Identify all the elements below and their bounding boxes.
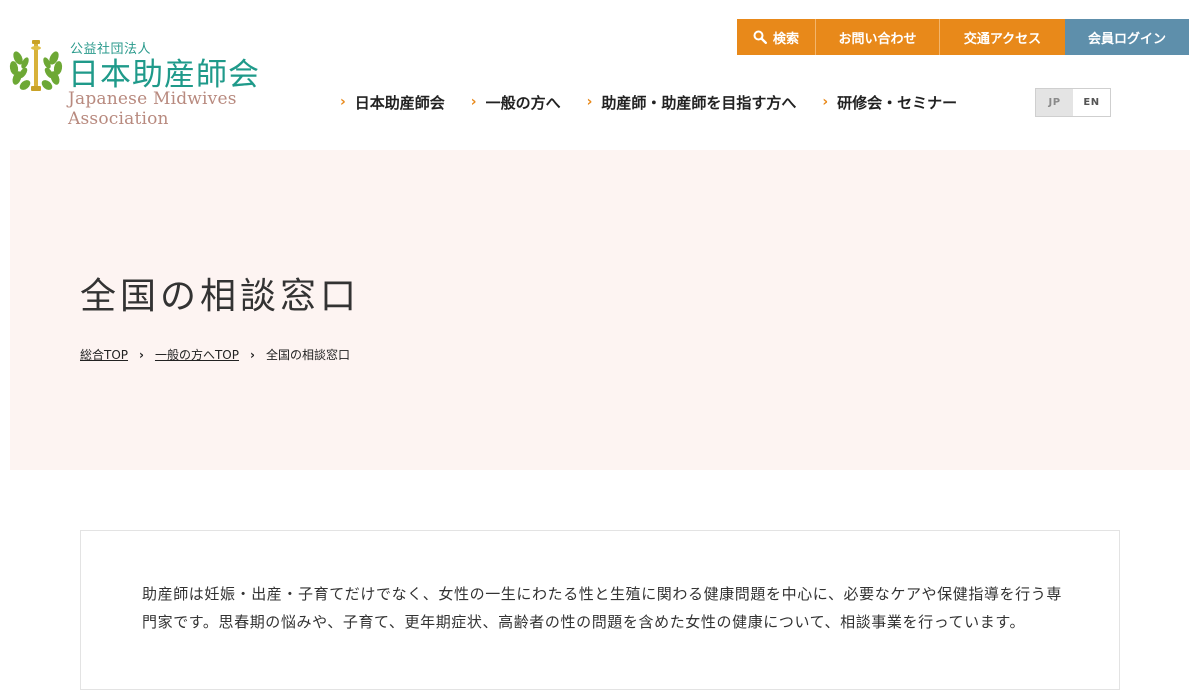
intro-card: 助産師は妊娠・出産・子育てだけでなく、女性の一生にわたる性と生殖に関わる健康問題… (80, 530, 1120, 690)
nav-item-association[interactable]: › 日本助産師会 (340, 89, 445, 115)
lang-jp-button[interactable]: JP (1036, 89, 1073, 116)
contact-button[interactable]: お問い合わせ (816, 19, 940, 55)
breadcrumb: 総合TOP › 一般の方へTOP › 全国の相談窓口 (80, 346, 350, 363)
access-button-label: 交通アクセス (963, 31, 1042, 47)
breadcrumb-current: 全国の相談窓口 (265, 348, 350, 362)
logo-english: Japanese Midwives Association (68, 89, 237, 129)
logo-title: 日本助産師会 (68, 57, 260, 93)
search-button[interactable]: 検索 (737, 19, 816, 55)
chevron-right-icon: › (470, 94, 477, 110)
laurel-emblem-icon (9, 40, 63, 91)
member-login-button[interactable]: 会員ログイン (1065, 19, 1189, 55)
chevron-right-icon: › (586, 94, 593, 110)
page-title: 全国の相談窓口 (80, 276, 361, 317)
nav-item-general-public[interactable]: › 一般の方へ (471, 89, 561, 115)
contact-button-label: お問い合わせ (838, 31, 917, 47)
breadcrumb-separator: › (249, 347, 255, 362)
breadcrumb-separator: › (139, 347, 144, 362)
lang-en-button[interactable]: EN (1073, 89, 1110, 116)
breadcrumb-link-top[interactable]: 総合TOP (80, 346, 128, 363)
nav-item-midwives[interactable]: › 助産師・助産師を目指す方へ (587, 89, 797, 115)
nav-item-label: 一般の方へ (485, 93, 561, 112)
access-button[interactable]: 交通アクセス (940, 19, 1065, 55)
intro-text: 助産師は妊娠・出産・子育てだけでなく、女性の一生にわたる性と生殖に関わる健康問題… (142, 585, 1062, 631)
member-login-label: 会員ログイン (1087, 31, 1166, 47)
main-nav: › 日本助産師会 › 一般の方へ › 助産師・助産師を目指す方へ › 研修会・セ… (340, 89, 957, 115)
nav-item-label: 研修会・セミナー (837, 93, 958, 112)
nav-item-seminars[interactable]: › 研修会・セミナー (822, 89, 957, 115)
language-switch: JP EN (1035, 88, 1111, 117)
chevron-right-icon: › (822, 94, 829, 110)
breadcrumb-link-general[interactable]: 一般の方へTOP (155, 346, 239, 363)
nav-item-label: 助産師・助産師を目指す方へ (601, 93, 797, 112)
utility-bar: 検索 お問い合わせ 交通アクセス 会員ログイン (737, 19, 1189, 55)
nav-item-label: 日本助産師会 (354, 93, 445, 112)
search-button-label: 検索 (772, 31, 799, 47)
page-hero: 全国の相談窓口 総合TOP › 一般の方へTOP › 全国の相談窓口 (10, 150, 1190, 470)
site-logo[interactable]: 公益社団法人 日本助産師会 Japanese Midwives Associat… (8, 34, 318, 129)
search-icon (753, 30, 767, 44)
chevron-right-icon: › (340, 94, 346, 110)
